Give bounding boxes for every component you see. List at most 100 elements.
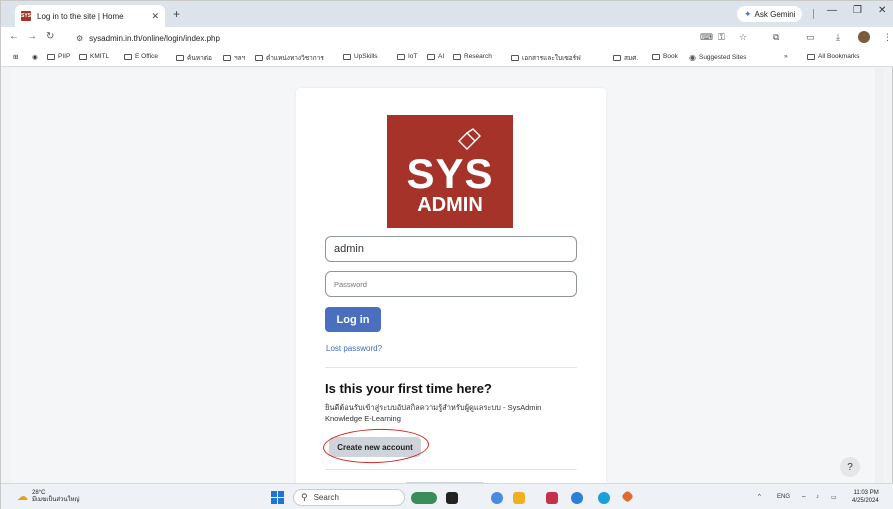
help-button[interactable]: ? bbox=[840, 457, 860, 477]
taskbar-app-icon[interactable] bbox=[546, 492, 558, 504]
bookmark-label: UpSkills bbox=[354, 53, 378, 60]
folder-icon bbox=[652, 53, 660, 60]
sidepanel-icon[interactable]: ▭ bbox=[806, 32, 815, 43]
apps-grid-icon[interactable]: ⊞ bbox=[13, 53, 18, 61]
translate-icon[interactable]: ⌨ bbox=[700, 32, 713, 43]
all-bookmarks-link[interactable]: All Bookmarks bbox=[807, 53, 860, 60]
restore-icon[interactable]: ❐ bbox=[853, 5, 862, 16]
battery-icon[interactable]: ▭ bbox=[831, 494, 837, 501]
weather-desc: มีเมฆเป็นส่วนใหญ่ bbox=[32, 497, 80, 503]
chrome-icon[interactable]: ◉ bbox=[32, 53, 38, 61]
ask-gemini-label: Ask Gemini bbox=[754, 9, 796, 19]
login-card: SYS ADMIN admin Password Log in Lost pas… bbox=[296, 88, 606, 490]
bookmark-item[interactable]: UpSkills bbox=[343, 53, 377, 60]
taskbar-app-icon[interactable] bbox=[621, 490, 634, 503]
extensions-icon[interactable]: ⧉ bbox=[773, 32, 779, 43]
folder-icon bbox=[343, 53, 351, 60]
bookmark-label: สมศ. bbox=[624, 55, 639, 62]
page-viewport: SYS ADMIN admin Password Log in Lost pas… bbox=[11, 68, 884, 490]
reload-icon[interactable]: ↻ bbox=[46, 31, 54, 42]
minimize-icon[interactable]: — bbox=[827, 5, 837, 16]
bookmark-item[interactable]: ค้นหาต่อ bbox=[176, 53, 212, 63]
bookmark-label: PIIP bbox=[58, 53, 71, 60]
bookmark-item[interactable]: ฯลฯ bbox=[223, 53, 245, 63]
bookmark-item[interactable]: KMITL bbox=[79, 53, 109, 60]
windows-start-icon[interactable] bbox=[271, 491, 284, 504]
site-info-icon[interactable]: ⚙ bbox=[76, 34, 83, 43]
globe-icon: ◉ bbox=[689, 53, 696, 62]
book-icon bbox=[458, 128, 481, 150]
gemini-icon: ✦ bbox=[744, 8, 752, 19]
bookmark-item[interactable]: AI bbox=[427, 53, 444, 60]
divider bbox=[325, 367, 577, 368]
login-button[interactable]: Log in bbox=[325, 307, 381, 332]
url-text: sysadmin.in.th/online/login/index.php bbox=[89, 33, 220, 43]
scrollbar[interactable] bbox=[875, 68, 884, 483]
bookmark-star-icon[interactable]: ☆ bbox=[739, 32, 747, 43]
taskbar-app-icon[interactable] bbox=[571, 492, 583, 504]
profile-avatar[interactable] bbox=[858, 31, 870, 43]
bookmark-item[interactable]: ตำแหน่งทางวิชาการ bbox=[255, 53, 324, 63]
taskbar-search[interactable]: ⚲ Search bbox=[293, 489, 405, 506]
bookmark-label: ตำแหน่งทางวิชาการ bbox=[266, 55, 324, 62]
folder-icon bbox=[807, 53, 815, 60]
suggested-sites-link[interactable]: ◉ Suggested Sites bbox=[689, 53, 746, 62]
bookmark-item[interactable]: เอกสารและใบเซอร์ฟ bbox=[511, 53, 581, 63]
bookmark-label: IoT bbox=[408, 53, 418, 60]
site-favicon-icon: SYS bbox=[21, 11, 32, 21]
folder-icon bbox=[397, 53, 405, 60]
weather-temp: 28°C bbox=[32, 490, 46, 496]
logo-text-admin: ADMIN bbox=[417, 194, 483, 216]
ask-gemini-button[interactable]: ✦ Ask Gemini bbox=[737, 6, 803, 22]
system-clock[interactable]: 11:03 PM 4/25/2024 bbox=[852, 489, 879, 505]
divider bbox=[325, 469, 577, 470]
bookmarks-bar: ⊞ ◉ PIIP KMITL E Office ค้นหาต่อ ฯลฯ ตำแ… bbox=[1, 49, 893, 67]
folder-icon bbox=[223, 55, 231, 61]
folder-icon bbox=[124, 53, 132, 60]
wifi-icon[interactable]: ⌔ bbox=[801, 494, 807, 502]
bookmark-item[interactable]: IoT bbox=[397, 53, 417, 60]
lost-password-link[interactable]: Lost password? bbox=[326, 344, 382, 353]
address-bar[interactable]: ⚙ sysadmin.in.th/online/login/index.php bbox=[76, 30, 686, 46]
language-indicator[interactable]: ENG bbox=[777, 494, 790, 500]
folder-icon bbox=[511, 55, 519, 61]
username-field[interactable]: admin bbox=[325, 236, 577, 262]
bookmark-label: ฯลฯ bbox=[234, 55, 246, 62]
back-icon[interactable]: ← bbox=[9, 31, 19, 42]
bookmark-item[interactable]: สมศ. bbox=[613, 53, 638, 63]
edge-icon[interactable] bbox=[598, 492, 610, 504]
volume-icon[interactable]: ♪ bbox=[816, 494, 819, 500]
taskbar-app-icon[interactable] bbox=[446, 492, 458, 504]
bookmark-label: ค้นหาต่อ bbox=[187, 55, 212, 62]
weather-widget[interactable]: ☁ 28°C มีเมฆเป็นส่วนใหญ่ bbox=[17, 490, 80, 504]
menu-icon[interactable]: ⋮ bbox=[883, 32, 892, 43]
tab-active[interactable]: SYS Log in to the site | Home ✕ bbox=[15, 5, 165, 27]
bookmark-item[interactable]: Research bbox=[453, 53, 492, 60]
bookmark-item[interactable]: Book bbox=[652, 53, 678, 60]
highlight-annotation bbox=[322, 427, 430, 465]
folder-icon bbox=[427, 53, 435, 60]
folder-icon bbox=[453, 53, 461, 60]
chevron-up-icon[interactable]: ^ bbox=[758, 494, 761, 500]
folder-icon bbox=[47, 53, 55, 60]
bookmark-label: Book bbox=[663, 53, 678, 60]
folder-icon bbox=[613, 55, 621, 61]
download-icon[interactable]: ⤓ bbox=[836, 32, 840, 43]
new-tab-button[interactable]: + bbox=[173, 7, 180, 21]
password-field[interactable]: Password bbox=[325, 271, 577, 297]
clock-time: 11:03 PM bbox=[853, 490, 879, 496]
chrome-taskbar-icon[interactable] bbox=[491, 492, 503, 504]
folder-icon bbox=[176, 55, 184, 61]
close-window-icon[interactable]: ✕ bbox=[878, 5, 886, 16]
password-key-icon[interactable]: ⚿ bbox=[718, 32, 725, 43]
bookmark-label: KMITL bbox=[90, 53, 110, 60]
file-explorer-icon[interactable] bbox=[513, 492, 525, 504]
taskbar: ☁ 28°C มีเมฆเป็นส่วนใหญ่ ⚲ Search ^ ENG … bbox=[1, 483, 893, 509]
more-bookmarks-button[interactable]: » bbox=[784, 53, 788, 60]
bookmark-item[interactable]: PIIP bbox=[47, 53, 70, 60]
forward-icon[interactable]: → bbox=[27, 31, 37, 42]
bookmark-label: Research bbox=[464, 53, 492, 60]
taskbar-app-icon[interactable] bbox=[411, 492, 437, 504]
bookmark-item[interactable]: E Office bbox=[124, 53, 158, 60]
tab-close-icon[interactable]: ✕ bbox=[151, 11, 159, 22]
